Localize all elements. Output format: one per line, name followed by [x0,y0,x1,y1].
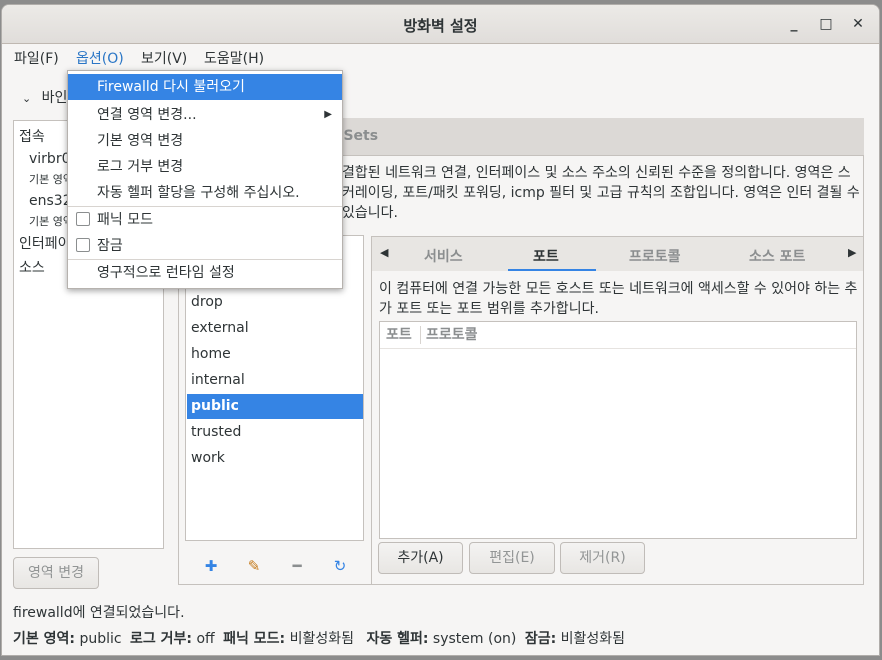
panic-mode-checkbox[interactable] [76,212,90,226]
tab-ports[interactable]: 포트 [533,246,559,266]
column-divider [420,326,421,344]
table-header-divider [380,348,856,349]
column-header-port[interactable]: 포트 [386,322,412,348]
ports-table[interactable]: 포트 프로토콜 [379,321,857,539]
edit-port-button[interactable]: 편집(E) [469,542,555,574]
default-zone-label: 기본 영역: [13,631,75,647]
remove-icon[interactable]: ━ [289,558,305,574]
column-header-protocol[interactable]: 프로토콜 [426,322,478,348]
options-menu: Firewalld 다시 불러오기 연결 영역 변경... ▶ 기본 영역 변경… [67,70,343,289]
load-defaults-icon[interactable]: ↻ [332,558,348,574]
menu-item-change-log-denied[interactable]: 로그 거부 변경 [68,154,342,180]
title-bar[interactable]: 방화벽 설정 _ □ ✕ [2,5,879,44]
log-denied-label: 로그 거부: [130,631,193,647]
change-zone-button[interactable]: 영역 변경 [13,557,99,589]
panic-mode-label: 패닉 모드: [223,631,286,647]
menu-item-change-default-zone[interactable]: 기본 영역 변경 [68,128,342,154]
bindings-expander[interactable]: ⌄ 바인 [22,87,67,107]
lockdown-checkbox[interactable] [76,238,90,252]
chevron-down-icon: ⌄ [22,92,32,105]
ports-description: 이 컴퓨터에 연결 가능한 모든 호스트 또는 네트워크에 액세스할 수 있어야… [379,281,858,317]
minimize-button[interactable]: _ [783,13,805,35]
default-zone-value: public [79,631,122,647]
menu-help[interactable]: 도움말(H) [204,48,264,68]
remove-port-button[interactable]: 제거(R) [560,542,645,574]
add-port-button[interactable]: 추가(A) [378,542,463,574]
close-button[interactable]: ✕ [847,13,869,35]
connection-status: firewalld에 연결되었습니다. [13,605,185,621]
menu-view[interactable]: 보기(V) [141,48,187,68]
zone-item-internal[interactable]: internal [187,368,363,393]
zone-item-home[interactable]: home [187,342,363,367]
menu-file[interactable]: 파일(F) [14,48,59,68]
log-denied-value: off [196,631,215,647]
zone-item-external[interactable]: external [187,316,363,341]
connection-name[interactable]: ens32 [29,193,72,209]
sources-header[interactable]: 소스 [19,257,45,277]
zones-toolbar: ✚ ✎ ━ ↻ [185,550,364,582]
zone-item-trusted[interactable]: trusted [187,420,363,445]
menu-options[interactable]: 옵션(O) [76,48,124,72]
window-title: 방화벽 설정 [403,17,478,35]
menu-item-lockdown[interactable]: 잠금 [68,233,342,259]
connections-header[interactable]: 접속 [19,126,45,146]
bindings-label: 바인 [41,90,68,106]
submenu-arrow-icon: ▶ [324,109,332,120]
tab-services[interactable]: 서비스 [424,246,463,266]
interfaces-header[interactable]: 인터페이 [19,233,71,253]
menu-item-panic-mode[interactable]: 패닉 모드 [68,207,342,233]
menu-item-configure-auto-helpers[interactable]: 자동 헬퍼 할당을 구성해 주십시오. [68,180,342,206]
add-icon[interactable]: ✚ [203,558,219,574]
zone-item-work[interactable]: work [187,446,363,471]
zone-description: 결합된 네트워크 연결, 인터페이스 및 소스 주소의 신뢰된 수준을 정의합니… [342,165,860,221]
auto-helper-label: 자동 헬퍼: [366,631,429,647]
auto-helper-value: system (on) [432,631,517,647]
zone-subtabs: ◀ 서비스 포트 프로토콜 소스 포트 ▶ [371,236,864,272]
menu-bar: 파일(F) 옵션(O) 보기(V) 도움말(H) [2,44,879,72]
connection-name[interactable]: virbr0 [29,151,70,167]
tab-source-ports[interactable]: 소스 포트 [749,246,805,266]
lockdown-value: 비활성화됨 [560,631,626,647]
status-bar: firewalld에 연결되었습니다. 기본 영역: public 로그 거부:… [2,595,879,655]
zone-item-drop[interactable]: drop [187,290,363,315]
zone-item-public[interactable]: public [187,394,363,419]
maximize-button[interactable]: □ [815,13,837,35]
menu-item-reload-firewalld[interactable]: Firewalld 다시 불러오기 [68,74,342,100]
status-summary: 기본 영역: public 로그 거부: off 패닉 모드: 비활성화됨 자동… [13,628,625,648]
tab-protocols[interactable]: 프로토콜 [629,246,681,266]
panic-mode-value: 비활성화됨 [289,631,355,647]
menu-item-runtime-to-permanent[interactable]: 영구적으로 런타임 설정 [68,260,342,286]
lockdown-label: 잠금: [524,631,557,647]
scroll-right-icon[interactable]: ▶ [848,246,856,259]
scroll-left-icon[interactable]: ◀ [380,246,388,259]
menu-item-change-connection-zone[interactable]: 연결 영역 변경... ▶ [68,102,342,128]
edit-icon[interactable]: ✎ [246,558,262,574]
